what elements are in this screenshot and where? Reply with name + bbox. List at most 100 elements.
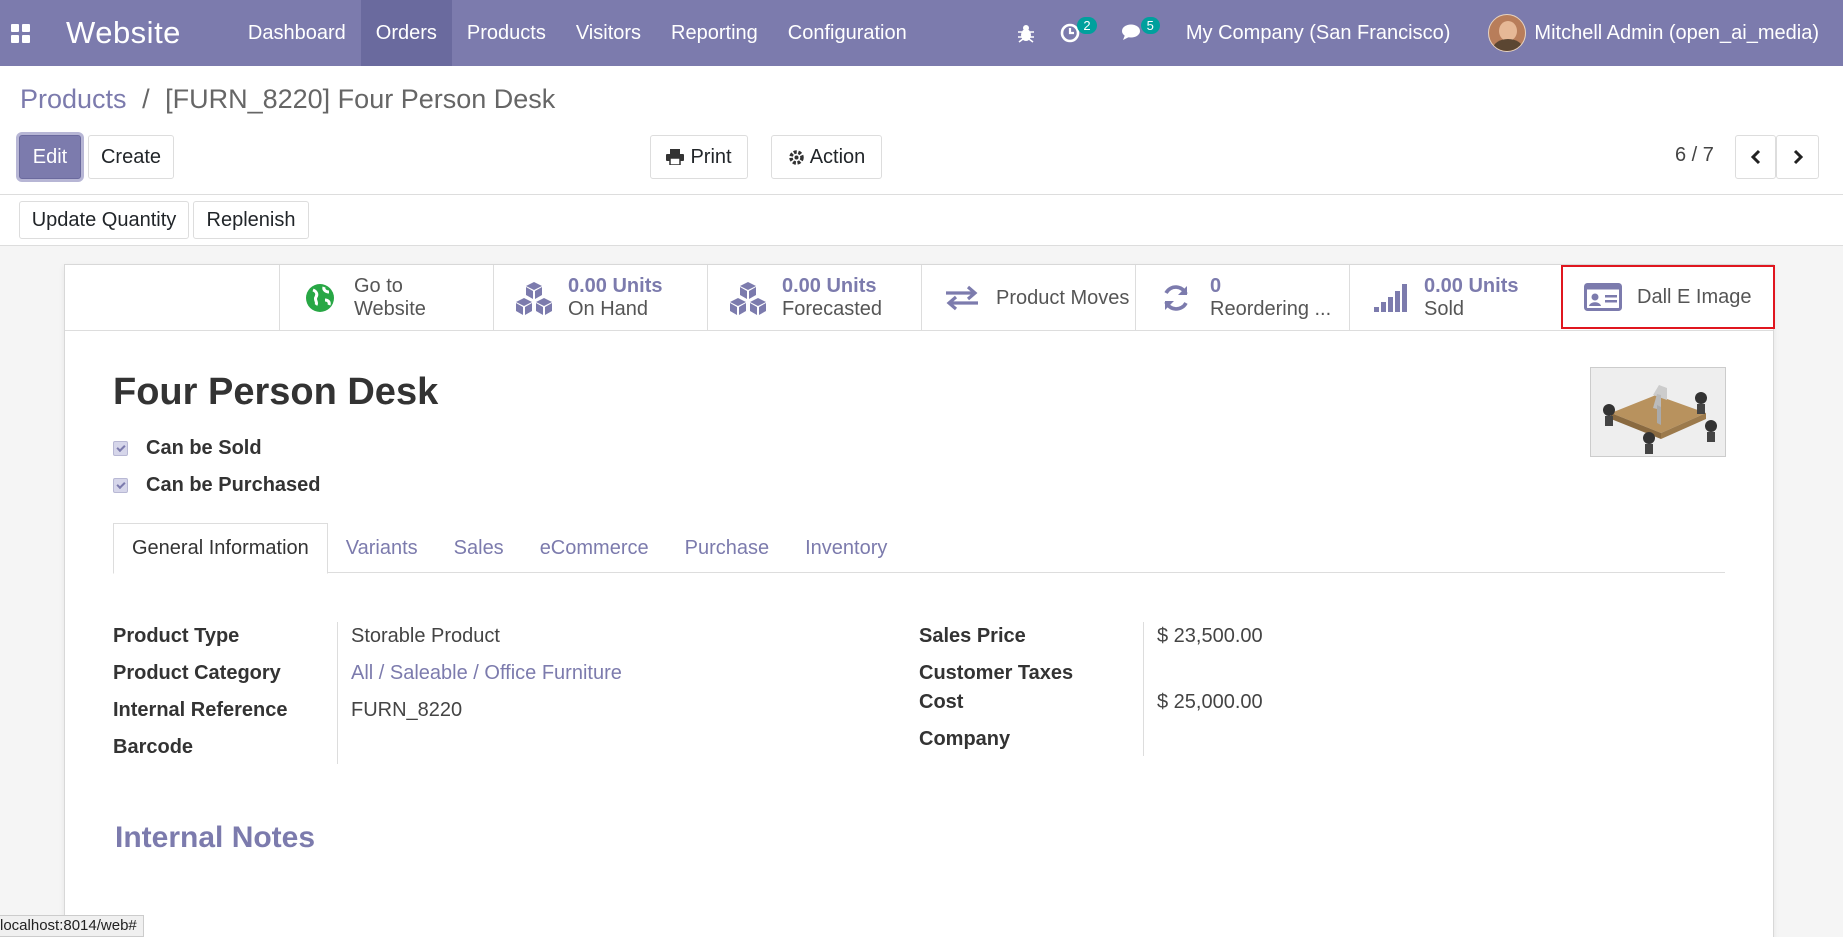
- sold-value: 0.00 Units: [1424, 275, 1519, 297]
- product-name: Four Person Desk: [113, 371, 439, 413]
- main-menu: Dashboard Orders Products Visitors Repor…: [233, 0, 922, 66]
- product-type-label: Product Type: [113, 625, 240, 647]
- gear-icon: [788, 149, 804, 165]
- tab-purchase[interactable]: Purchase: [667, 523, 788, 573]
- forecasted-label: Forecasted: [782, 298, 883, 320]
- pager-value[interactable]: 6 / 7: [1675, 144, 1714, 167]
- checked-icon: [113, 478, 128, 493]
- control-panel: Products / [FURN_8220] Four Person Desk …: [0, 66, 1843, 246]
- refresh-icon: [1164, 285, 1188, 311]
- tab-ecommerce[interactable]: eCommerce: [522, 523, 667, 573]
- update-quantity-button[interactable]: Update Quantity: [19, 201, 189, 239]
- pager-next[interactable]: [1776, 135, 1819, 179]
- reordering-value: 0: [1210, 275, 1222, 297]
- menu-reporting[interactable]: Reporting: [656, 0, 773, 66]
- replenish-button[interactable]: Replenish: [193, 201, 309, 239]
- create-button[interactable]: Create: [88, 135, 174, 179]
- message-count-badge: 5: [1140, 16, 1160, 34]
- signal-icon: [1374, 284, 1407, 312]
- pager-previous[interactable]: [1735, 135, 1776, 179]
- activity-menu[interactable]: 2: [1047, 0, 1108, 66]
- dall-e-image-button[interactable]: Dall E Image: [1561, 265, 1775, 329]
- website-line1: Go to: [354, 275, 403, 297]
- menu-configuration[interactable]: Configuration: [773, 0, 922, 66]
- cost-value[interactable]: $ 25,000.00: [1157, 691, 1263, 714]
- internal-notes-heading: Internal Notes: [115, 821, 316, 854]
- product-form-sheet: Go to Website 0.00 Units On Hand 0.00 Unit…: [64, 264, 1775, 937]
- notebook-tabs: General Information Variants Sales eComm…: [113, 523, 1725, 574]
- checked-icon: [113, 441, 128, 456]
- on-hand-label: On Hand: [568, 298, 649, 320]
- breadcrumb-products[interactable]: Products: [20, 84, 127, 114]
- reordering-label: Reordering ...: [1210, 298, 1332, 320]
- can-be-purchased-label: Can be Purchased: [146, 474, 321, 496]
- menu-dashboard[interactable]: Dashboard: [233, 0, 361, 66]
- printer-icon: [666, 149, 685, 165]
- company-switcher[interactable]: My Company (San Francisco): [1172, 22, 1489, 45]
- breadcrumb-current: [FURN_8220] Four Person Desk: [165, 84, 556, 114]
- edit-button[interactable]: Edit: [19, 135, 81, 179]
- cost-label: Cost: [919, 691, 964, 713]
- breadcrumb: Products / [FURN_8220] Four Person Desk: [20, 84, 555, 115]
- navbar-systray: 2 5 My Company (San Francisco) Mitchell …: [1005, 0, 1843, 66]
- product-image[interactable]: [1590, 367, 1726, 457]
- chevron-right-icon: [1793, 149, 1803, 165]
- avatar: [1488, 14, 1527, 52]
- product-moves-label: Product Moves: [996, 286, 1130, 309]
- tab-general-information[interactable]: General Information: [113, 523, 328, 574]
- internal-reference-value[interactable]: FURN_8220: [351, 699, 462, 722]
- right-group-divider: [1143, 622, 1144, 756]
- status-bar-url: localhost:8014/web#: [0, 915, 144, 937]
- apps-menu-icon[interactable]: [0, 0, 40, 66]
- tab-inventory[interactable]: Inventory: [787, 523, 905, 573]
- activity-count-badge: 2: [1077, 16, 1097, 34]
- action-button[interactable]: Action: [771, 135, 882, 179]
- top-navbar: Website Dashboard Orders Products Visito…: [0, 0, 1843, 66]
- barcode-label: Barcode: [113, 736, 194, 758]
- product-category-value[interactable]: All / Saleable / Office Furniture: [351, 662, 622, 685]
- forecasted-value: 0.00 Units: [782, 275, 877, 297]
- sold-button[interactable]: 0.00 Units Sold: [1349, 265, 1563, 331]
- customer-taxes-label: Customer Taxes: [919, 662, 1074, 684]
- breadcrumb-separator: /: [142, 84, 150, 114]
- reordering-button[interactable]: 0 Reordering ...: [1135, 265, 1349, 331]
- user-menu[interactable]: Mitchell Admin (open_ai_media): [1488, 14, 1843, 52]
- go-to-website-button[interactable]: Go to Website: [279, 265, 493, 331]
- product-moves-button[interactable]: Product Moves: [921, 265, 1135, 331]
- company-label: Company: [919, 728, 1011, 750]
- can-be-sold-checkbox[interactable]: Can be Sold: [113, 437, 262, 460]
- header-divider: [0, 194, 1843, 195]
- dall-e-label: Dall E Image: [1637, 285, 1752, 308]
- desk-image-icon: [1591, 368, 1725, 456]
- left-group-divider: [337, 622, 338, 764]
- action-label: Action: [809, 145, 866, 168]
- menu-products[interactable]: Products: [452, 0, 561, 66]
- forecasted-button[interactable]: 0.00 Units Forecasted: [707, 265, 921, 331]
- on-hand-button[interactable]: 0.00 Units On Hand: [493, 265, 707, 331]
- can-be-purchased-checkbox[interactable]: Can be Purchased: [113, 474, 321, 497]
- print-button[interactable]: Print: [650, 135, 748, 179]
- messaging-menu[interactable]: 5: [1109, 0, 1172, 66]
- menu-orders[interactable]: Orders: [360, 0, 452, 66]
- id-card-icon: [1584, 283, 1622, 311]
- globe-icon: [306, 284, 334, 312]
- debug-icon[interactable]: [1005, 0, 1047, 66]
- can-be-sold-label: Can be Sold: [146, 437, 262, 459]
- product-type-value[interactable]: Storable Product: [351, 625, 500, 648]
- user-name: Mitchell Admin (open_ai_media): [1534, 21, 1819, 44]
- cubes-icon: [730, 282, 766, 315]
- cubes-icon: [516, 282, 552, 315]
- tab-variants[interactable]: Variants: [328, 523, 436, 573]
- smart-button-box: Go to Website 0.00 Units On Hand 0.00 Unit…: [65, 265, 1775, 331]
- print-label: Print: [690, 145, 732, 168]
- chevron-left-icon: [1750, 149, 1760, 165]
- sold-label: Sold: [1424, 298, 1465, 320]
- sales-price-value[interactable]: $ 23,500.00: [1157, 625, 1263, 648]
- on-hand-value: 0.00 Units: [568, 275, 663, 297]
- product-category-label: Product Category: [113, 662, 281, 684]
- app-brand[interactable]: Website: [66, 15, 181, 51]
- tab-sales[interactable]: Sales: [436, 523, 522, 573]
- internal-reference-label: Internal Reference: [113, 699, 288, 721]
- menu-visitors[interactable]: Visitors: [561, 0, 656, 66]
- website-line2: Website: [354, 298, 426, 320]
